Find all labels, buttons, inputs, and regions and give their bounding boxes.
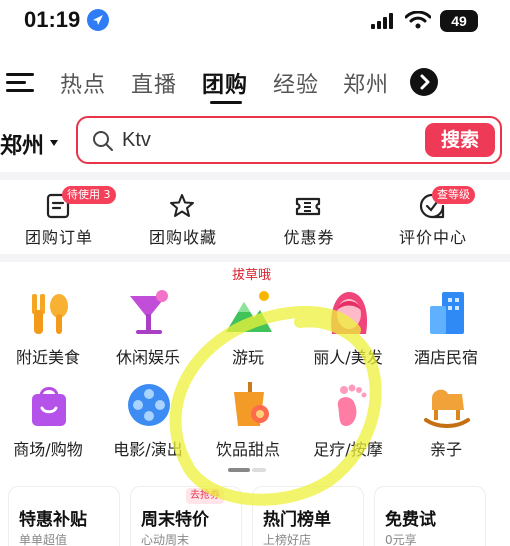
category-food[interactable]: 附近美食 — [0, 288, 96, 378]
top-nav-tabs: 热点 直播 团购 经验 郑州 — [0, 58, 510, 108]
card-free-trial[interactable]: 免费试 0元享 — [374, 486, 486, 546]
badge-pending: 待使用 3 — [62, 186, 116, 204]
card-subtitle: 单单超值 — [19, 533, 68, 546]
film-reel-icon — [128, 384, 170, 426]
handwritten-annotation: 拔草哦 — [232, 268, 272, 283]
location-arrow-icon — [87, 9, 109, 31]
star-icon — [170, 194, 194, 217]
category-label: 游玩 — [231, 348, 264, 367]
city-selector[interactable]: 郑州 — [0, 128, 44, 160]
search-bar[interactable]: Ktv 搜索 — [76, 116, 502, 164]
category-shopping[interactable]: 商场/购物 — [0, 380, 96, 470]
section-divider — [0, 172, 510, 180]
card-title: 周末特价 — [141, 510, 209, 530]
menu-icon[interactable] — [6, 72, 34, 94]
more-tabs-button[interactable] — [410, 68, 438, 96]
cocktail-icon — [130, 290, 168, 334]
status-time: 01:19 — [24, 7, 81, 32]
category-label: 饮品甜点 — [215, 440, 280, 459]
drink-icon — [234, 382, 269, 426]
card-subtitle: 上榜好店 — [263, 533, 312, 546]
quick-actions: 待使用 3 团购订单 团购收藏 优惠券 查等级 评价中心 — [0, 180, 510, 260]
category-label: 电影/演出 — [113, 440, 183, 459]
quick-item-coupons[interactable]: 优惠券 — [254, 180, 364, 260]
card-subtitle: 0元享 — [385, 533, 417, 546]
category-label: 亲子 — [429, 440, 462, 459]
cellular-signal-icon — [371, 13, 393, 29]
category-label: 附近美食 — [15, 348, 80, 367]
tab-zhengzhou[interactable]: 郑州 — [343, 67, 389, 99]
category-label: 丽人/美发 — [313, 348, 383, 367]
quick-item-favorites[interactable]: 团购收藏 — [128, 180, 238, 260]
badge-level: 查等级 — [432, 186, 475, 204]
wifi-icon — [405, 11, 431, 29]
category-label: 商场/购物 — [13, 440, 83, 459]
category-play[interactable]: 游玩 — [200, 288, 296, 378]
tab-group-buy[interactable]: 团购 — [202, 67, 248, 99]
chevron-right-icon — [420, 74, 430, 90]
quick-item-label: 团购收藏 — [148, 228, 217, 247]
tab-live[interactable]: 直播 — [131, 67, 177, 99]
beauty-icon — [331, 292, 368, 334]
category-hotel[interactable]: 酒店民宿 — [398, 288, 494, 378]
card-title: 热门榜单 — [263, 510, 331, 530]
category-label: 足疗/按摩 — [313, 440, 383, 459]
card-hot-ranking[interactable]: 热门榜单 上榜好店 — [252, 486, 364, 546]
card-subtitle: 心动周末 — [141, 533, 190, 546]
quick-item-orders[interactable]: 待使用 3 团购订单 — [4, 180, 116, 260]
quick-item-label: 团购订单 — [24, 228, 93, 247]
category-drinks[interactable]: 饮品甜点 — [200, 380, 296, 470]
coupon-icon — [295, 197, 321, 216]
search-input[interactable]: Ktv — [122, 129, 151, 152]
rocking-horse-icon — [424, 389, 470, 428]
category-massage[interactable]: 足疗/按摩 — [300, 380, 396, 470]
search-icon — [93, 131, 113, 151]
category-beauty[interactable]: 丽人/美发 — [300, 288, 396, 378]
category-leisure[interactable]: 休闲娱乐 — [100, 288, 196, 378]
card-title: 免费试 — [385, 510, 436, 530]
card-title: 特惠补贴 — [19, 510, 87, 530]
quick-item-label: 评价中心 — [398, 228, 467, 247]
active-tab-indicator — [210, 101, 242, 104]
quick-item-reviews[interactable]: 查等级 评价中心 — [378, 180, 488, 260]
tab-hot[interactable]: 热点 — [60, 67, 106, 99]
quick-item-label: 优惠券 — [283, 228, 335, 247]
category-movies[interactable]: 电影/演出 — [100, 380, 196, 470]
hotel-icon — [430, 292, 464, 334]
battery-indicator: 49 — [440, 10, 478, 32]
category-kids[interactable]: 亲子 — [398, 380, 494, 470]
search-button[interactable]: 搜索 — [425, 123, 495, 157]
card-special-subsidy[interactable]: 特惠补贴 单单超值 — [8, 486, 120, 546]
category-label: 酒店民宿 — [413, 348, 478, 367]
caret-down-icon[interactable] — [50, 140, 58, 146]
food-icon — [32, 294, 68, 334]
section-divider — [0, 254, 510, 262]
foot-icon — [337, 384, 367, 426]
page-indicator — [228, 468, 266, 472]
mountain-icon — [226, 291, 272, 332]
grab-coupon-tag: 去抢券 — [186, 488, 224, 504]
shopping-bag-icon — [32, 387, 66, 426]
category-label: 休闲娱乐 — [115, 348, 180, 367]
tab-experience[interactable]: 经验 — [273, 67, 319, 99]
status-bar: 01:19 49 — [0, 0, 510, 44]
